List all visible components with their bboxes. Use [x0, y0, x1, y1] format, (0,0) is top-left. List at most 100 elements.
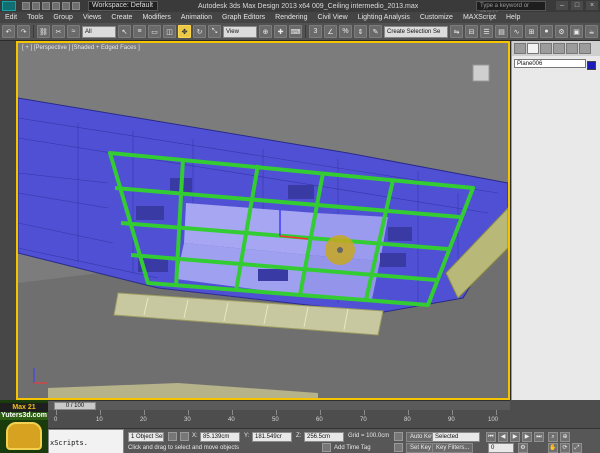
menu-views[interactable]: Views: [78, 14, 107, 21]
auto-key-icon[interactable]: [394, 432, 403, 441]
menu-graph-editors[interactable]: Graph Editors: [217, 14, 270, 21]
modify-tab-icon[interactable]: [527, 43, 539, 54]
select-and-rotate-icon[interactable]: ↻: [193, 25, 206, 38]
menu-animation[interactable]: Animation: [176, 14, 217, 21]
pivot-center-icon[interactable]: ⊕: [259, 25, 272, 38]
undo-icon[interactable]: ↶: [2, 25, 15, 38]
set-key-icon[interactable]: [394, 443, 403, 452]
select-and-scale-icon[interactable]: ⤡: [208, 25, 221, 38]
render-production-icon[interactable]: ☕: [585, 25, 598, 38]
menu-tools[interactable]: Tools: [22, 14, 48, 21]
add-time-tag-button[interactable]: Add Time Tag: [334, 445, 371, 451]
pan-view-icon[interactable]: ✋: [548, 443, 558, 453]
open-file-icon[interactable]: [32, 2, 40, 10]
current-frame-field[interactable]: 0: [488, 443, 514, 453]
save-file-icon[interactable]: [42, 2, 50, 10]
object-name-field[interactable]: Plane006: [514, 59, 586, 68]
menu-rendering[interactable]: Rendering: [270, 14, 312, 21]
menu-maxscript[interactable]: MAXScript: [458, 14, 501, 21]
viewport-label[interactable]: [ + ] [Perspective ] [Shaded + Edged Fac…: [22, 45, 140, 51]
perspective-viewport[interactable]: [ + ] [Perspective ] [Shaded + Edged Fac…: [16, 41, 510, 400]
select-by-name-icon[interactable]: ≡: [133, 25, 146, 38]
go-to-end-icon[interactable]: ⏭: [534, 432, 544, 442]
angle-snap-icon[interactable]: ∠: [324, 25, 337, 38]
spinner-snap-icon[interactable]: ⇕: [354, 25, 367, 38]
previous-frame-icon[interactable]: ◀: [498, 432, 508, 442]
menu-help[interactable]: Help: [501, 14, 525, 21]
lock-selection-icon[interactable]: [168, 432, 177, 441]
zoom-all-icon[interactable]: ⊕: [560, 432, 570, 442]
go-to-start-icon[interactable]: ⏮: [486, 432, 496, 442]
snaps-toggle-icon[interactable]: 3: [309, 25, 322, 38]
material-editor-icon[interactable]: ●: [540, 25, 553, 38]
select-and-move-icon[interactable]: ✥: [178, 25, 191, 38]
zoom-icon[interactable]: ⌕: [548, 432, 558, 442]
key-filters-button[interactable]: Key Filters...: [432, 443, 474, 453]
unlink-icon[interactable]: ✂: [52, 25, 65, 38]
schematic-view-icon[interactable]: ⊞: [525, 25, 538, 38]
new-file-icon[interactable]: [22, 2, 30, 10]
menu-edit[interactable]: Edit: [0, 14, 22, 21]
time-slider-thumb[interactable]: 0 / 100: [54, 402, 96, 410]
maximize-viewport-icon[interactable]: ⤢: [572, 443, 582, 453]
key-mode-select[interactable]: Selected: [432, 432, 480, 442]
menu-group[interactable]: Group: [48, 14, 77, 21]
menu-modifiers[interactable]: Modifiers: [137, 14, 175, 21]
set-key-button[interactable]: Set Key: [406, 443, 436, 453]
z-label: Z:: [296, 433, 302, 439]
minimize-button[interactable]: –: [556, 1, 568, 10]
render-setup-icon[interactable]: ⚙: [555, 25, 568, 38]
maxscript-listener[interactable]: xScripts.: [48, 429, 124, 453]
display-tab-icon[interactable]: [566, 43, 578, 54]
percent-snap-icon[interactable]: %: [339, 25, 352, 38]
curve-editor-icon[interactable]: ∿: [510, 25, 523, 38]
orbit-icon[interactable]: ⟳: [560, 443, 570, 453]
mirror-icon[interactable]: ⇋: [450, 25, 463, 38]
maximize-button[interactable]: □: [571, 1, 583, 10]
rendered-frame-window-icon[interactable]: ▣: [570, 25, 583, 38]
redo-icon[interactable]: ↷: [17, 25, 30, 38]
bind-space-warp-icon[interactable]: ≈: [67, 25, 80, 38]
time-slider[interactable]: 0 / 100: [16, 400, 510, 410]
rectangular-selection-icon[interactable]: ▭: [148, 25, 161, 38]
object-color-swatch[interactable]: [587, 61, 596, 70]
x-coordinate-field[interactable]: 85.139cm: [200, 432, 240, 442]
selection-filter-select[interactable]: All: [82, 25, 116, 38]
absolute-mode-icon[interactable]: [180, 432, 189, 441]
utilities-tab-icon[interactable]: [579, 43, 591, 54]
graphite-ribbon-icon[interactable]: ▤: [495, 25, 508, 38]
hierarchy-tab-icon[interactable]: [540, 43, 552, 54]
workspace-select[interactable]: Workspace: Default: [88, 1, 158, 11]
undo-icon[interactable]: [52, 2, 60, 10]
time-tag-icon[interactable]: [322, 443, 331, 452]
reference-coordinate-select[interactable]: View: [223, 25, 257, 38]
create-tab-icon[interactable]: [514, 43, 526, 54]
menu-create[interactable]: Create: [106, 14, 137, 21]
redo-icon[interactable]: [62, 2, 70, 10]
close-button[interactable]: ×: [586, 1, 598, 10]
select-link-icon[interactable]: ⛓: [37, 25, 50, 38]
hold-icon[interactable]: [72, 2, 80, 10]
menu-civil-view[interactable]: Civil View: [312, 14, 352, 21]
time-configuration-icon[interactable]: ⚙: [518, 443, 528, 453]
align-icon[interactable]: ⊟: [465, 25, 478, 38]
search-input[interactable]: Type a keyword or phrase: [476, 1, 546, 17]
play-icon[interactable]: ▶: [510, 432, 520, 442]
menu-lighting-analysis[interactable]: Lighting Analysis: [353, 14, 415, 21]
edit-named-selection-icon[interactable]: ✎: [369, 25, 382, 38]
window-crossing-icon[interactable]: ◫: [163, 25, 176, 38]
track-bar[interactable]: 0 10 20 30 40 50 60 70 80 90 100: [16, 410, 510, 428]
tick-label: 60: [316, 417, 323, 423]
y-coordinate-field[interactable]: 181.549cr: [252, 432, 292, 442]
next-frame-icon[interactable]: ▶: [522, 432, 532, 442]
select-object-icon[interactable]: ↖: [118, 25, 131, 38]
layer-manager-icon[interactable]: ☰: [480, 25, 493, 38]
menu-customize[interactable]: Customize: [415, 14, 458, 21]
manipulate-icon[interactable]: ✚: [274, 25, 287, 38]
keyboard-shortcut-override-icon[interactable]: ⌨: [289, 25, 302, 38]
app-logo-icon[interactable]: [2, 1, 16, 11]
motion-tab-icon[interactable]: [553, 43, 565, 54]
command-panel: Plane006: [511, 41, 600, 400]
named-selection-set-select[interactable]: Create Selection Se: [384, 25, 448, 38]
z-coordinate-field[interactable]: 256.5cm: [304, 432, 344, 442]
